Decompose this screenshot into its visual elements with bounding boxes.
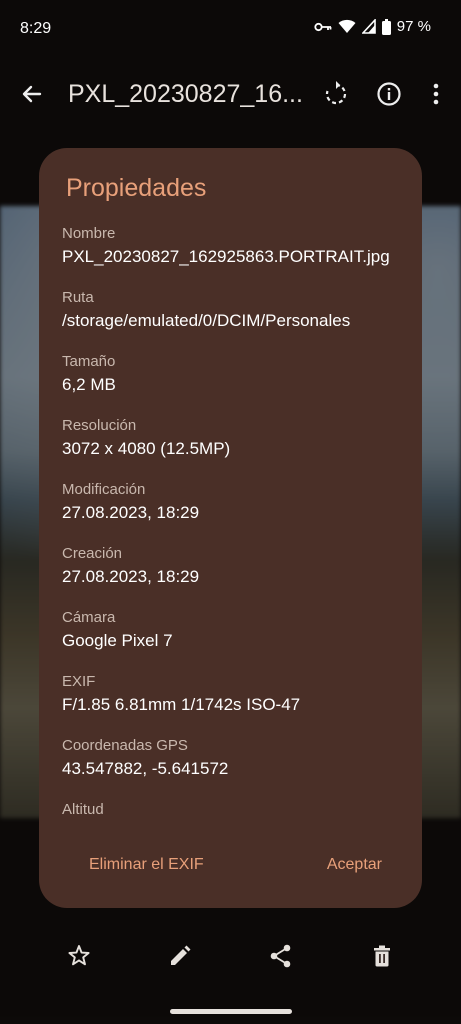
file-title: PXL_20230827_16... (68, 80, 303, 108)
property-modified: Modificación 27.08.2023, 18:29 (62, 481, 412, 545)
property-label: Modificación (62, 481, 146, 498)
property-camera: Cámara Google Pixel 7 (62, 609, 412, 673)
property-value: 27.08.2023, 18:29 (62, 567, 200, 586)
property-value: 6,2 MB (62, 375, 116, 394)
status-bar: 8:29 97 % (0, 0, 461, 60)
battery-percent: 97 % (396, 18, 431, 35)
property-created: Creación 27.08.2023, 18:29 (62, 545, 412, 609)
properties-dialog: Propiedades Nombre PXL_20230827_16292586… (39, 148, 422, 908)
signal-icon (361, 19, 376, 34)
property-label: Nombre (62, 225, 116, 242)
property-label: Coordenadas GPS (62, 737, 188, 754)
property-path: Ruta /storage/emulated/0/DCIM/Personales (62, 289, 412, 353)
accept-button[interactable]: Aceptar (327, 856, 382, 874)
property-label: Altitud (62, 801, 104, 818)
property-label: Creación (62, 545, 123, 562)
top-app-bar: PXL_20230827_16... (0, 66, 461, 126)
property-name: Nombre PXL_20230827_162925863.PORTRAIT.j… (62, 225, 412, 289)
key-icon (314, 21, 332, 33)
property-label: Ruta (62, 289, 94, 306)
remove-exif-button[interactable]: Eliminar el EXIF (89, 856, 204, 874)
status-time: 8:29 (20, 20, 52, 37)
property-value: PXL_20230827_162925863.PORTRAIT.jpg (62, 247, 390, 266)
property-value: 43.547882, -5.641572 (62, 759, 229, 778)
property-label: EXIF (62, 673, 96, 690)
properties-list[interactable]: Nombre PXL_20230827_162925863.PORTRAIT.j… (62, 225, 412, 865)
dialog-actions: Eliminar el EXIF Aceptar (39, 854, 422, 884)
property-resolution: Resolución 3072 x 4080 (12.5MP) (62, 417, 412, 481)
property-exif: EXIF F/1.85 6.81mm 1/1742s ISO-47 (62, 673, 412, 737)
delete-icon[interactable] (369, 943, 395, 969)
dialog-title: Propiedades (66, 174, 207, 202)
edit-icon[interactable] (167, 943, 193, 969)
property-label: Resolución (62, 417, 137, 434)
property-label: Cámara (62, 609, 116, 626)
status-icons: 97 % (314, 18, 431, 35)
property-value: F/1.85 6.81mm 1/1742s ISO-47 (62, 695, 301, 714)
property-value: Google Pixel 7 (62, 631, 173, 650)
property-value: 3072 x 4080 (12.5MP) (62, 439, 231, 458)
info-icon[interactable] (375, 80, 403, 108)
share-icon[interactable] (268, 943, 294, 969)
bottom-action-bar (0, 935, 461, 979)
star-icon[interactable] (66, 943, 92, 969)
more-vert-icon[interactable] (426, 80, 446, 108)
property-value: /storage/emulated/0/DCIM/Personales (62, 311, 351, 330)
gesture-handle[interactable] (170, 1009, 292, 1014)
rotate-icon[interactable] (322, 80, 350, 108)
battery-icon (381, 18, 391, 35)
back-arrow-icon[interactable] (18, 80, 46, 108)
property-value: 27.08.2023, 18:29 (62, 503, 200, 522)
property-label: Tamaño (62, 353, 116, 370)
property-size: Tamaño 6,2 MB (62, 353, 412, 417)
property-gps: Coordenadas GPS 43.547882, -5.641572 (62, 737, 412, 801)
wifi-icon (338, 19, 356, 34)
